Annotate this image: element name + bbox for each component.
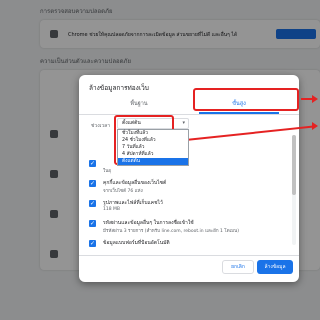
- time-range-option-selected[interactable]: ตั้งแต่ต้น: [118, 158, 188, 165]
- item-title: ข้อมูลแบบฟอร์มที่ป้อนอัตโนมัติ: [103, 240, 170, 246]
- item-desc: 118 MB: [103, 207, 120, 212]
- checkbox[interactable]: ✓: [89, 180, 96, 187]
- chevron-down-icon: ▾: [182, 120, 185, 126]
- checkbox[interactable]: ✓: [89, 240, 96, 247]
- cancel-button[interactable]: ยกเลิก: [222, 260, 254, 274]
- item-desc: จากเว็บไซต์ 76 แห่ง: [103, 189, 143, 194]
- item-title: คุกกี้และข้อมูลอื่นของเว็บไซต์: [103, 180, 167, 186]
- tab-basic[interactable]: พื้นฐาน: [89, 95, 189, 113]
- item-title: รูปภาพและไฟล์ที่เก็บแคชไว้: [103, 200, 163, 206]
- arrow-head-icon: [312, 95, 318, 103]
- time-range-label: ช่วงเวลา: [91, 123, 111, 129]
- arrow-head-icon: [312, 122, 318, 130]
- item-desc: ในอุ: [103, 169, 111, 174]
- time-range-dropdown: ชั่วโมงที่แล้ว 24 ชั่วโมงที่แล้ว 7 วันที…: [117, 129, 189, 166]
- checkbox[interactable]: ✓: [89, 220, 96, 227]
- item-desc: มีรหัสผ่าน 3 รายการ (สำหรับ line.com, re…: [103, 229, 239, 234]
- time-range-option[interactable]: 24 ชั่วโมงที่แล้ว: [118, 137, 188, 144]
- dialog-title: ล้างข้อมูลการท่องเว็บ: [89, 84, 149, 92]
- checkbox[interactable]: ✓: [89, 160, 96, 167]
- time-range-option[interactable]: ชั่วโมงที่แล้ว: [118, 130, 188, 137]
- scrollbar[interactable]: [292, 135, 296, 245]
- clear-data-button[interactable]: ล้างข้อมูล: [257, 260, 293, 274]
- time-range-option[interactable]: 4 สัปดาห์ที่แล้ว: [118, 151, 188, 158]
- scroll-thumb[interactable]: [292, 135, 296, 195]
- list-item: ✓ ข้อมูลแบบฟอร์มที่ป้อนอัตโนมัติ: [89, 239, 289, 251]
- list-item: ✓ คุกกี้และข้อมูลอื่นของเว็บไซต์ จากเว็บ…: [89, 179, 289, 197]
- list-item: ✓ รหัสผ่านและข้อมูลอื่นๆ ในการลงชื่อเข้า…: [89, 219, 289, 237]
- tab-divider: [79, 114, 299, 115]
- item-title: รหัสผ่านและข้อมูลอื่นๆ ในการลงชื่อเข้าใช…: [103, 220, 194, 226]
- footer-divider: [79, 255, 299, 256]
- checkbox[interactable]: ✓: [89, 200, 96, 207]
- highlight-advanced-tab: [193, 88, 299, 111]
- data-types-list: ✓ ในอุ ✓ คุกกี้และข้อมูลอื่นของเว็บไซต์ …: [79, 133, 299, 253]
- list-item: ✓ รูปภาพและไฟล์ที่เก็บแคชไว้ 118 MB: [89, 199, 289, 217]
- time-range-option[interactable]: 7 วันที่แล้ว: [118, 144, 188, 151]
